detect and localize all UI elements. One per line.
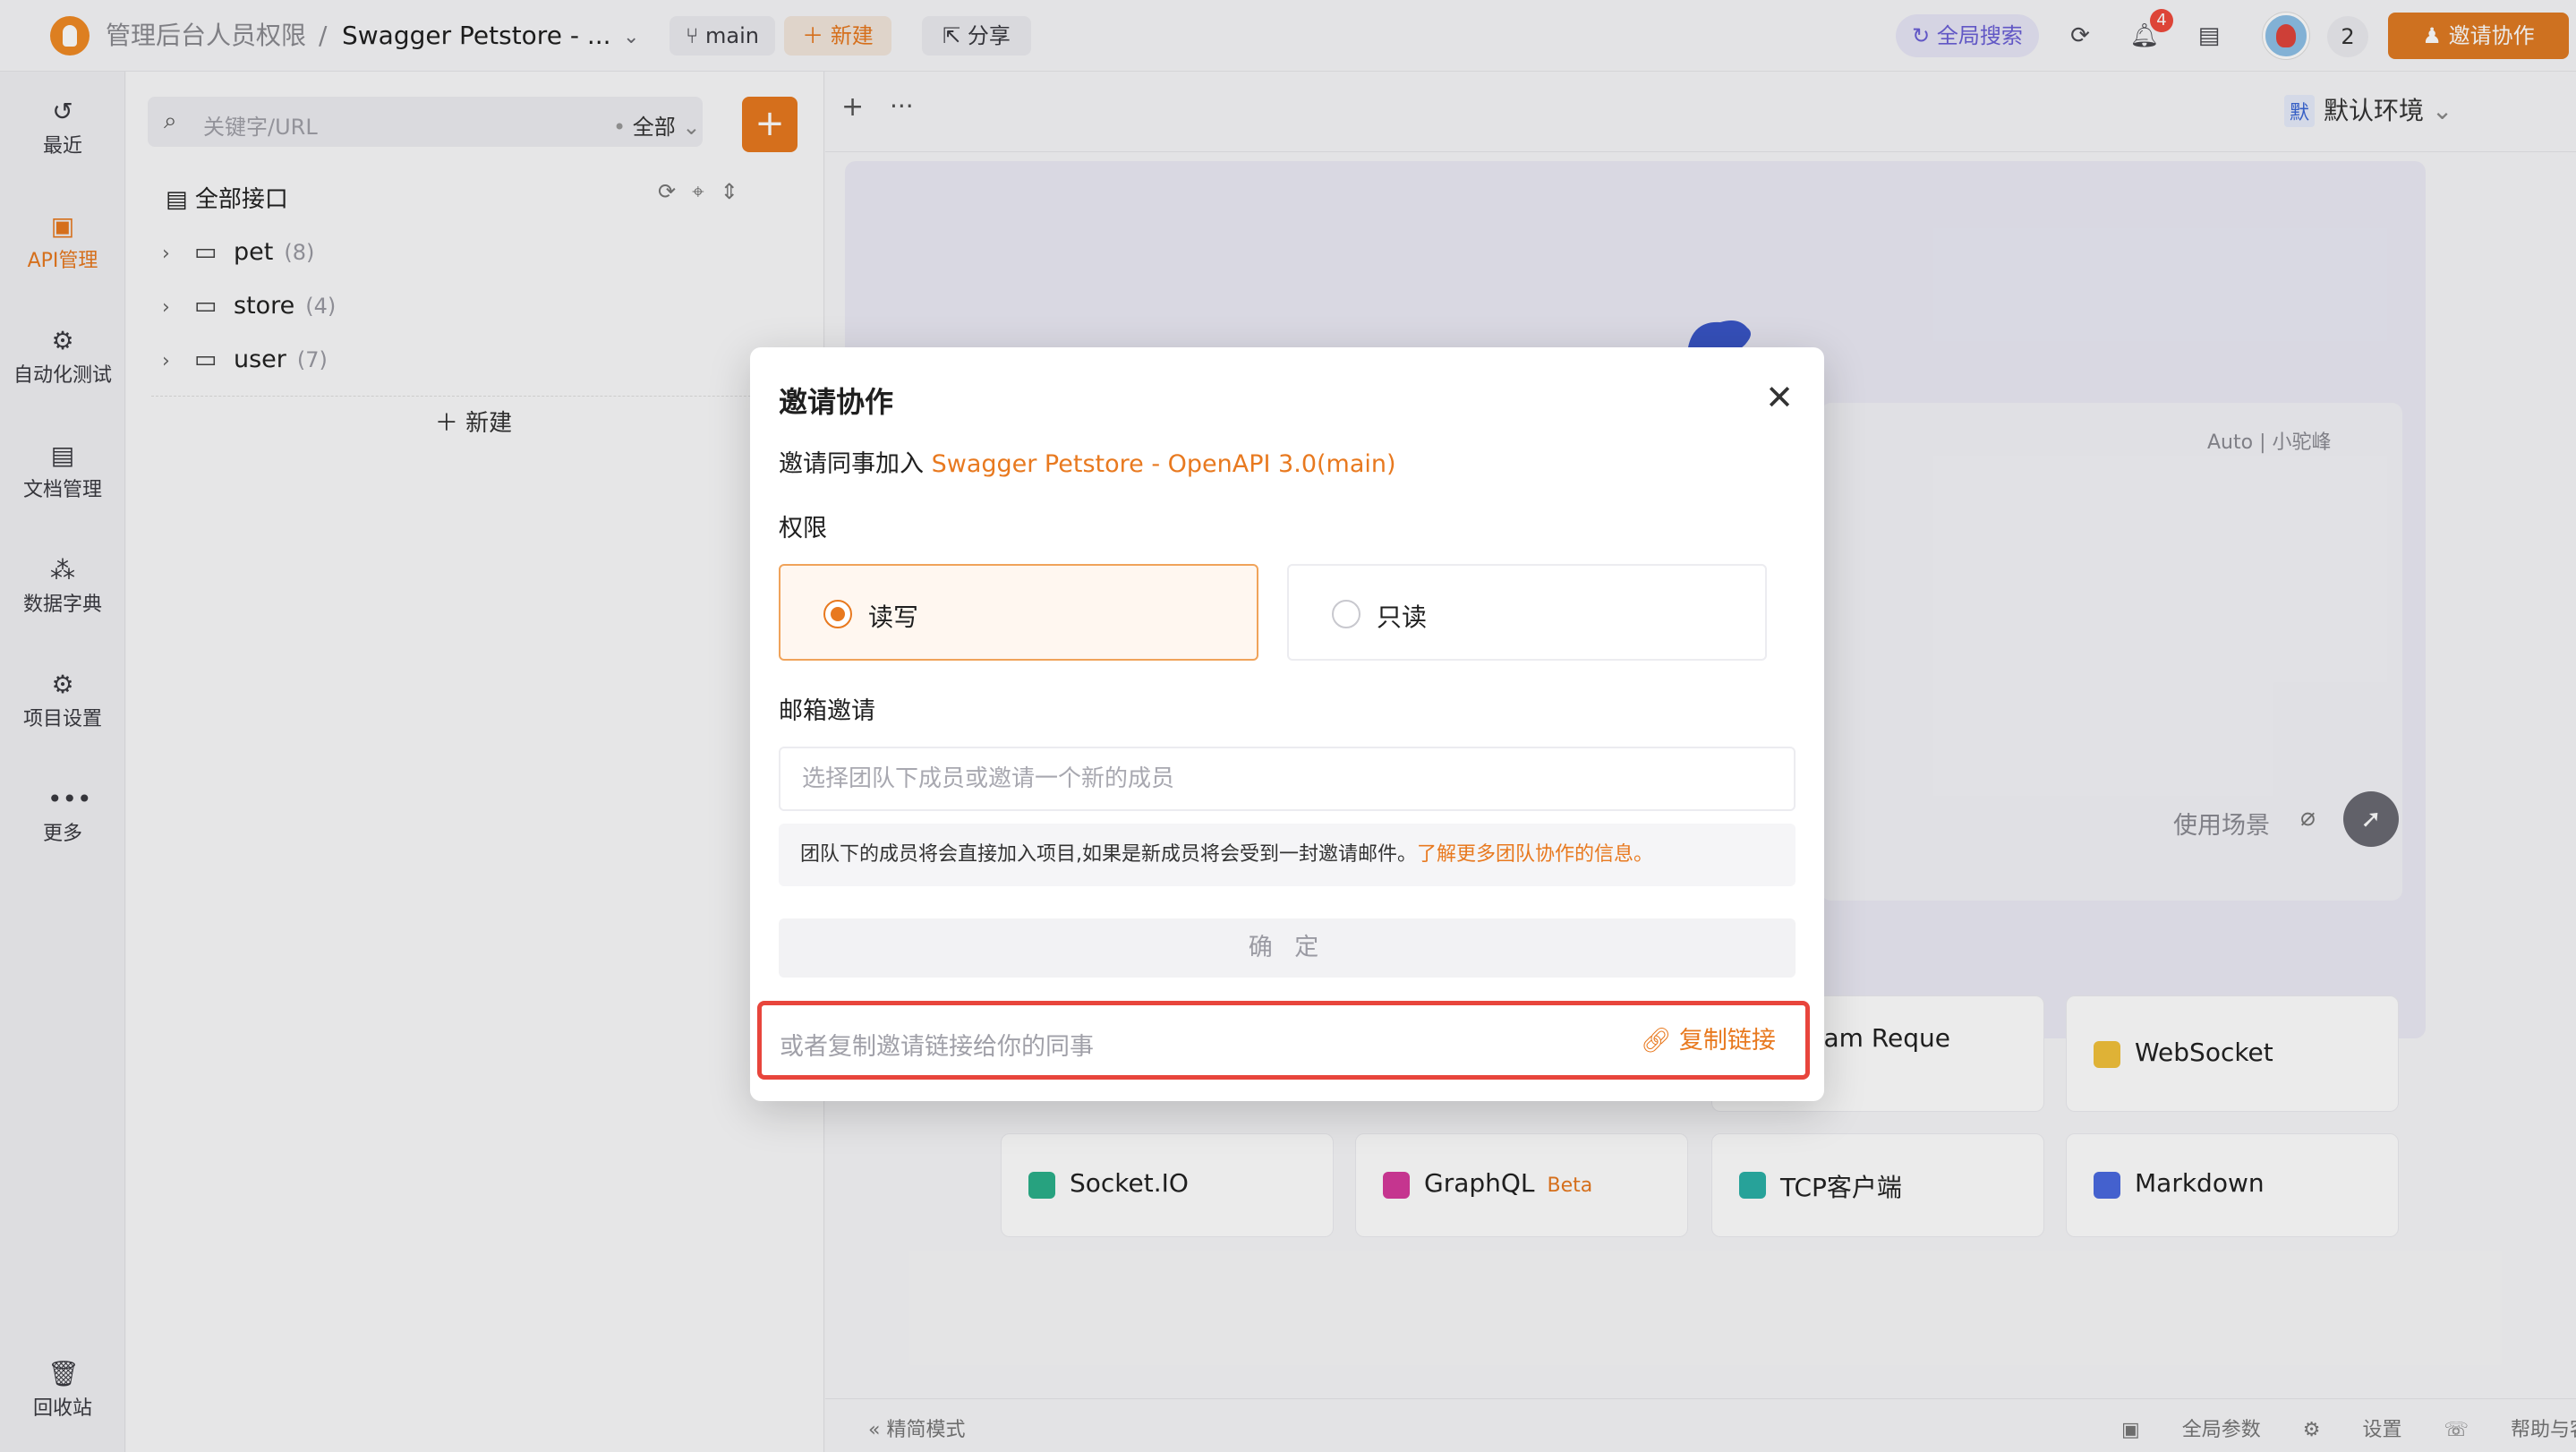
radio-selected-icon[interactable]: [823, 600, 852, 628]
confirm-button[interactable]: 确 定: [779, 918, 1796, 978]
email-invite-label: 邮箱邀请: [779, 697, 875, 725]
member-email-field[interactable]: [779, 747, 1796, 811]
permission-option-read-only[interactable]: 只读: [1287, 564, 1767, 661]
radio-icon[interactable]: [1332, 600, 1361, 628]
invite-note: 团队下的成员将会直接加入项目,如果是新成员将会受到一封邀请邮件。了解更多团队协作…: [779, 824, 1796, 886]
copy-link-label: 复制链接: [1678, 1027, 1776, 1055]
subtitle-prefix: 邀请同事加入: [779, 450, 932, 478]
close-icon[interactable]: ✕: [1760, 378, 1799, 417]
invite-link-hint: 或者复制邀请链接给你的同事: [780, 1033, 1094, 1061]
invite-note-text: 团队下的成员将会直接加入项目,如果是新成员将会受到一封邀请邮件。: [800, 843, 1417, 866]
permission-option-label: 只读: [1377, 602, 1428, 632]
copy-link-button[interactable]: 🔗︎ 复制链接: [1641, 1023, 1776, 1059]
learn-more-link[interactable]: 了解更多团队协作的信息。: [1417, 843, 1653, 866]
permission-option-label: 读写: [868, 602, 919, 632]
link-icon: 🔗︎: [1641, 1027, 1679, 1055]
invite-link-row: 或者复制邀请链接给你的同事 🔗︎ 复制链接: [757, 1001, 1810, 1080]
dialog-title: 邀请协作: [779, 385, 894, 419]
dialog-subtitle: 邀请同事加入 Swagger Petstore - OpenAPI 3.0(ma…: [779, 444, 1396, 479]
invite-dialog: 邀请协作 ✕ 邀请同事加入 Swagger Petstore - OpenAPI…: [750, 347, 1824, 1101]
subtitle-project-link[interactable]: Swagger Petstore - OpenAPI 3.0(main): [932, 450, 1396, 478]
permission-option-read-write[interactable]: 读写: [779, 564, 1258, 661]
permission-label: 权限: [779, 515, 827, 542]
